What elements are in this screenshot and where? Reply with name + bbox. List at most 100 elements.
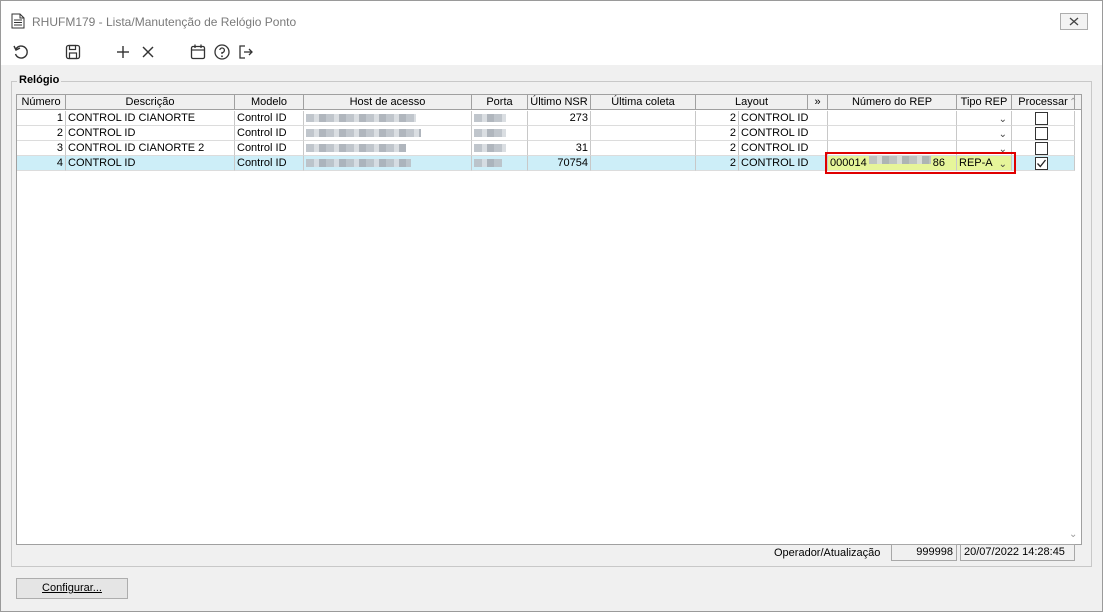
cell-layout[interactable]: CONTROL ID [739, 111, 828, 126]
cell-ultima-coleta[interactable] [591, 156, 696, 171]
configurar-label: Configurar... [42, 582, 102, 594]
redacted-host [306, 129, 421, 137]
tipo-rep-dropdown[interactable]: ⌄ [957, 126, 1012, 141]
chevron-down-icon: ⌄ [998, 114, 1007, 125]
cell-processar [1012, 111, 1075, 126]
scroll-up-icon[interactable]: ⌃ [1069, 97, 1077, 108]
redacted-host [306, 114, 416, 122]
cell-descricao[interactable]: CONTROL ID [66, 126, 235, 141]
vertical-scrollbar[interactable]: ⌃ ⌄ [1067, 95, 1081, 544]
configurar-button[interactable]: Configurar... [16, 578, 128, 599]
cell-processar [1012, 126, 1075, 141]
cell-numero-rep[interactable] [828, 111, 957, 126]
cell-ultimo-nsr[interactable]: 273 [528, 111, 591, 126]
close-button[interactable] [1060, 13, 1088, 30]
cell-numero-rep[interactable] [828, 126, 957, 141]
processar-checkbox-checked[interactable] [1035, 157, 1048, 170]
cell-porta[interactable] [472, 111, 528, 126]
cell-descricao[interactable]: CONTROL ID [66, 156, 235, 171]
cell-host[interactable] [304, 156, 472, 171]
redacted-host [306, 144, 406, 152]
exit-button[interactable] [235, 41, 257, 63]
cell-porta[interactable] [472, 126, 528, 141]
group-legend: Relógio [17, 74, 62, 86]
col-numero-rep[interactable]: Número do REP [828, 95, 957, 110]
cell-layout-num[interactable]: 2 [696, 141, 739, 156]
cell-layout[interactable]: CONTROL ID [739, 141, 828, 156]
operador-label: Operador/Atualização [774, 547, 881, 559]
cell-ultimo-nsr[interactable]: 70754 [528, 156, 591, 171]
scroll-down-icon[interactable]: ⌄ [1069, 529, 1077, 540]
cell-host[interactable] [304, 126, 472, 141]
save-icon [65, 44, 81, 60]
cell-layout-num[interactable]: 2 [696, 111, 739, 126]
col-modelo[interactable]: Modelo [235, 95, 304, 110]
operador-field: 999998 [891, 544, 957, 561]
col-expand[interactable]: » [808, 95, 828, 110]
tipo-rep-dropdown[interactable]: ⌄ [957, 111, 1012, 126]
help-button[interactable] [211, 41, 233, 63]
cell-numero[interactable]: 3 [17, 141, 66, 156]
col-ultima-coleta[interactable]: Última coleta [591, 95, 696, 110]
cell-numero[interactable]: 1 [17, 111, 66, 126]
rep-highlight-box [825, 152, 1016, 174]
cell-descricao[interactable]: CONTROL ID CIANORTE [66, 111, 235, 126]
refresh-button[interactable] [10, 41, 32, 63]
add-icon [117, 46, 129, 58]
cell-layout[interactable]: CONTROL ID [739, 156, 828, 171]
add-button[interactable] [112, 41, 134, 63]
calendar-button[interactable] [187, 41, 209, 63]
cell-descricao[interactable]: CONTROL ID CIANORTE 2 [66, 141, 235, 156]
close-icon [1069, 17, 1079, 26]
cell-modelo[interactable]: Control ID [235, 126, 304, 141]
save-button[interactable] [62, 41, 84, 63]
redacted-port [474, 159, 502, 167]
col-ultimo-nsr[interactable]: Último NSR [528, 95, 591, 110]
cell-ultimo-nsr[interactable]: 31 [528, 141, 591, 156]
col-layout[interactable]: Layout [696, 95, 808, 110]
toolbar [1, 39, 1102, 65]
table-row[interactable]: 1 CONTROL ID CIANORTE Control ID 273 2 C… [17, 111, 1075, 126]
grid-header: Número Descrição Modelo Host de acesso P… [17, 95, 1081, 110]
cell-numero[interactable]: 4 [17, 156, 66, 171]
col-descricao[interactable]: Descrição [66, 95, 235, 110]
cell-porta[interactable] [472, 141, 528, 156]
cell-host[interactable] [304, 141, 472, 156]
processar-checkbox[interactable] [1035, 112, 1048, 125]
cell-ultimo-nsr[interactable] [528, 126, 591, 141]
cell-host[interactable] [304, 111, 472, 126]
exit-icon [239, 45, 253, 59]
cell-modelo[interactable]: Control ID [235, 141, 304, 156]
cell-numero[interactable]: 2 [17, 126, 66, 141]
window-title: RHUFM179 - Lista/Manutenção de Relógio P… [32, 15, 297, 29]
relogio-grid[interactable]: Número Descrição Modelo Host de acesso P… [16, 94, 1082, 545]
delete-icon [142, 46, 154, 58]
help-icon [214, 44, 230, 60]
cell-ultima-coleta[interactable] [591, 111, 696, 126]
redacted-host [306, 159, 411, 167]
table-row[interactable]: 2 CONTROL ID Control ID 2 CONTROL ID ⌄ [17, 126, 1075, 141]
col-host[interactable]: Host de acesso [304, 95, 472, 110]
col-numero[interactable]: Número [17, 95, 66, 110]
atualizacao-field: 20/07/2022 14:28:45 [960, 544, 1075, 561]
redacted-port [474, 129, 506, 137]
cell-ultima-coleta[interactable] [591, 126, 696, 141]
processar-checkbox[interactable] [1035, 127, 1048, 140]
cell-ultima-coleta[interactable] [591, 141, 696, 156]
cell-layout-num[interactable]: 2 [696, 126, 739, 141]
redacted-port [474, 144, 506, 152]
delete-button[interactable] [137, 41, 159, 63]
cell-porta[interactable] [472, 156, 528, 171]
cell-modelo[interactable]: Control ID [235, 156, 304, 171]
cell-modelo[interactable]: Control ID [235, 111, 304, 126]
chevron-down-icon: ⌄ [998, 129, 1007, 140]
calendar-icon [190, 44, 206, 60]
cell-layout[interactable]: CONTROL ID [739, 126, 828, 141]
cell-layout-num[interactable]: 2 [696, 156, 739, 171]
col-porta[interactable]: Porta [472, 95, 528, 110]
title-bar: RHUFM179 - Lista/Manutenção de Relógio P… [1, 1, 1102, 39]
col-processar[interactable]: Processar [1012, 95, 1075, 110]
processar-checkbox[interactable] [1035, 142, 1048, 155]
col-tipo-rep[interactable]: Tipo REP [957, 95, 1012, 110]
redacted-port [474, 114, 506, 122]
